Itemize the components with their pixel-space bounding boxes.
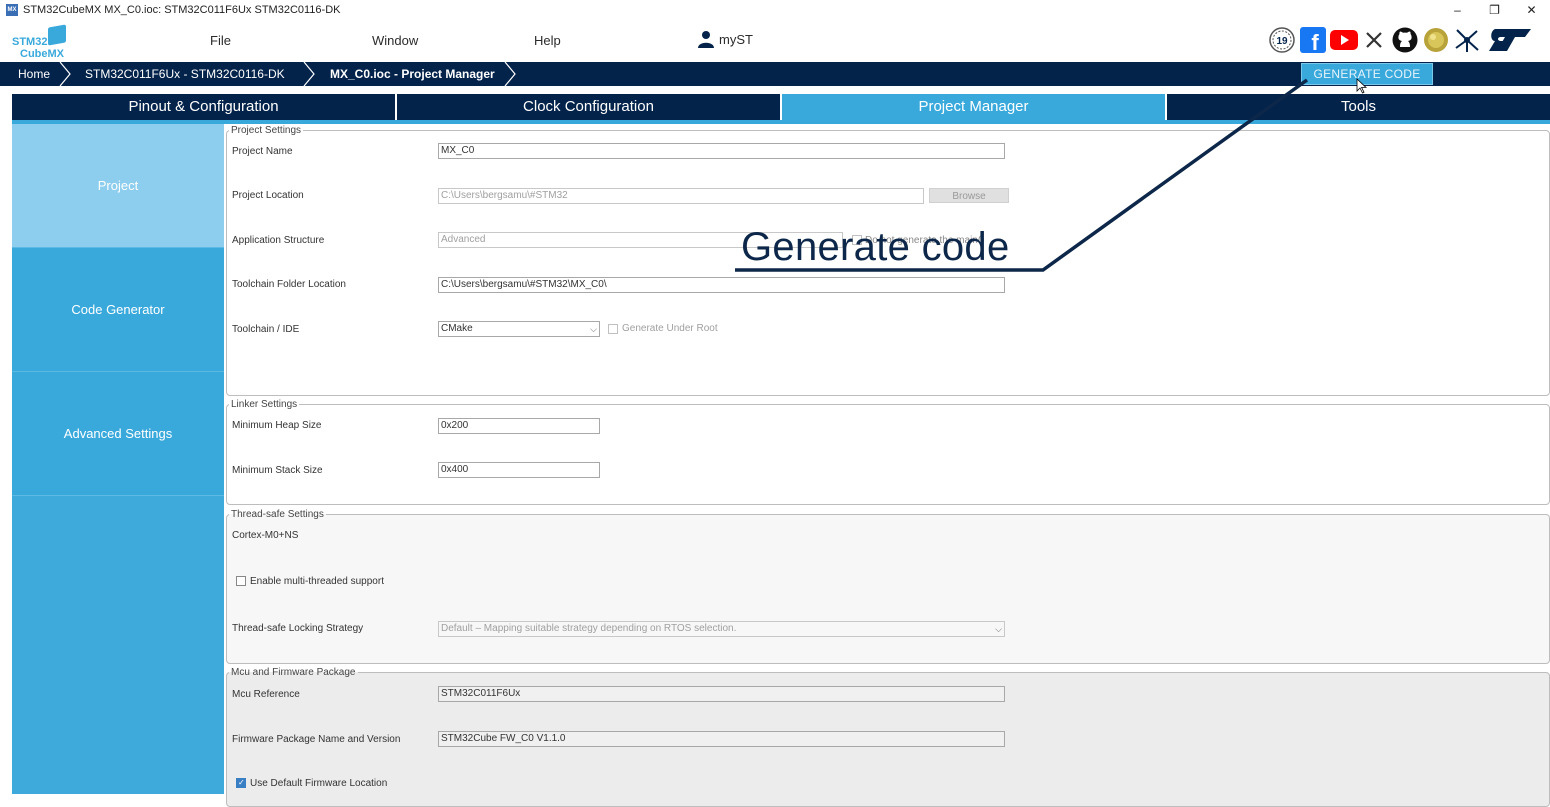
mouse-cursor-icon [1356, 78, 1368, 94]
annotation-arrow [735, 78, 1309, 272]
annotation-label: Generate code [741, 225, 1010, 269]
